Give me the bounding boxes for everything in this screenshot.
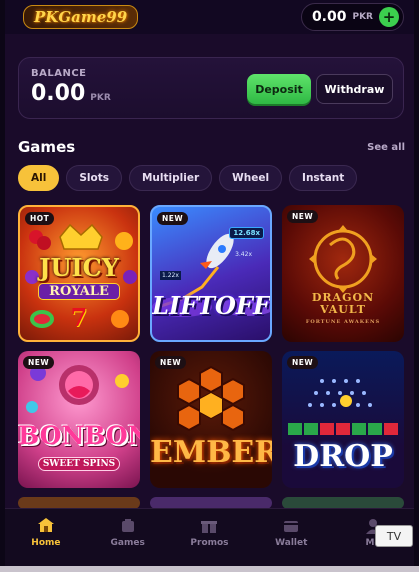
nav-label-wallet: Wallet bbox=[275, 538, 308, 548]
nav-label-promos: Promos bbox=[190, 538, 229, 548]
game-badge: NEW bbox=[157, 212, 189, 225]
tv-overlay-button[interactable]: TV bbox=[375, 525, 413, 547]
nav-label-home: Home bbox=[31, 538, 61, 548]
deposit-button[interactable]: Deposit bbox=[247, 74, 311, 104]
system-bottom-strip bbox=[0, 566, 419, 572]
nav-item-promos[interactable]: Promos bbox=[179, 517, 239, 572]
app-header: PKGame99 0.00 PKR + bbox=[5, 0, 414, 34]
games-section-title: Games bbox=[18, 138, 76, 156]
brand-logo[interactable]: PKGame99 bbox=[23, 5, 139, 29]
balance-card: BALANCE 0.00 PKR Deposit Withdraw bbox=[18, 57, 404, 119]
game-tile-juicy-royale[interactable]: HOT JUICY ROYALE 7 bbox=[18, 205, 140, 342]
gift-icon bbox=[200, 517, 218, 535]
filter-chip-all[interactable]: All bbox=[18, 165, 60, 191]
filter-chip-slots[interactable]: Slots bbox=[66, 165, 122, 191]
header-balance-currency: PKR bbox=[352, 12, 373, 22]
header-balance[interactable]: 0.00 PKR + bbox=[300, 3, 404, 31]
game-tile-bonbon[interactable]: NEW BONBON SWEET SPINS bbox=[18, 351, 140, 488]
game-badge: NEW bbox=[23, 356, 55, 369]
game-title-line1: JUICY bbox=[39, 253, 119, 282]
frame-edge-left bbox=[0, 0, 5, 572]
header-balance-amount: 0.00 bbox=[311, 9, 347, 25]
game-title-line1: DROP bbox=[293, 439, 393, 474]
bottom-navigation: Home Games Promos Wallet Me bbox=[5, 508, 414, 572]
multiplier-label-low: 1.22x bbox=[160, 271, 181, 280]
filter-chip-multiplier[interactable]: Multiplier bbox=[128, 165, 213, 191]
game-title-line1: BONBON bbox=[18, 421, 140, 450]
multiplier-label-high: 12.68x bbox=[229, 227, 264, 239]
game-title-line2: VAULT bbox=[320, 303, 366, 316]
game-tagline: FORTUNE AWAKENS bbox=[305, 319, 381, 325]
game-tile-liftoff[interactable]: NEW 12.68x 3.42x 1.22x LIFTOFF bbox=[150, 205, 272, 342]
game-badge: NEW bbox=[287, 356, 319, 369]
nav-label-games: Games bbox=[110, 538, 145, 548]
see-all-link[interactable]: See all bbox=[367, 142, 405, 153]
filter-chip-wheel[interactable]: Wheel bbox=[219, 165, 283, 191]
add-funds-button[interactable]: + bbox=[379, 7, 399, 27]
game-title-line2: SWEET SPINS bbox=[38, 457, 120, 471]
game-badge: NEW bbox=[155, 356, 187, 369]
withdraw-button[interactable]: Withdraw bbox=[316, 74, 393, 104]
game-title-extra: 7 bbox=[70, 303, 88, 332]
balance-currency: PKR bbox=[90, 93, 111, 103]
wallet-icon bbox=[282, 517, 300, 535]
game-title-line2: ROYALE bbox=[38, 283, 120, 300]
frame-edge-right bbox=[414, 0, 419, 572]
game-tile-ember[interactable]: NEW EMBER bbox=[150, 351, 272, 488]
game-tile-dragon-vault[interactable]: NEW DRAGON VAULT FORTUNE AWAKENS bbox=[282, 205, 404, 342]
game-filter-bar: All Slots Multiplier Wheel Instant bbox=[18, 165, 358, 191]
home-icon bbox=[37, 517, 55, 535]
game-title-line1: LIFTOFF bbox=[152, 291, 270, 320]
multiplier-label-mid: 3.42x bbox=[235, 251, 252, 258]
balance-amount: 0.00 bbox=[31, 81, 86, 106]
nav-item-home[interactable]: Home bbox=[16, 517, 76, 572]
nav-item-games[interactable]: Games bbox=[98, 517, 158, 572]
games-icon bbox=[119, 517, 137, 535]
game-badge: HOT bbox=[25, 212, 55, 225]
game-tile-drop[interactable]: NEW DROP bbox=[282, 351, 404, 488]
game-title-line1: EMBER bbox=[150, 435, 272, 470]
nav-item-wallet[interactable]: Wallet bbox=[261, 517, 321, 572]
game-badge: NEW bbox=[287, 210, 319, 223]
filter-chip-instant[interactable]: Instant bbox=[289, 165, 358, 191]
